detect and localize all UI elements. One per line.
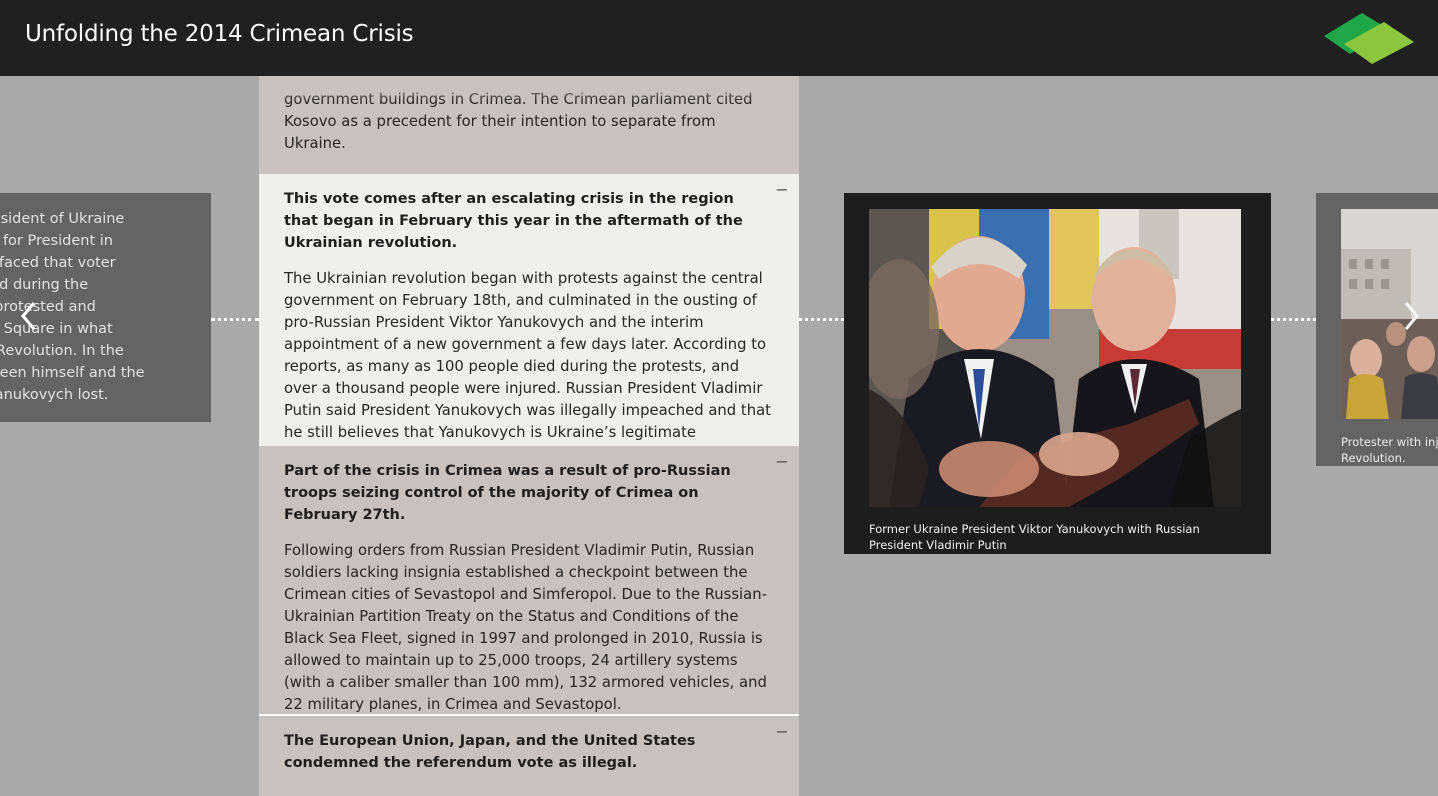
timeline-connector <box>1271 318 1316 321</box>
timeline-connector <box>799 318 844 321</box>
photo-caption: Former Ukraine President Viktor Yanukovy… <box>869 522 1200 552</box>
section-body: Following orders from Russian President … <box>284 542 767 713</box>
narrative-section-active[interactable]: − This vote comes after an escalating cr… <box>259 174 799 463</box>
column-fade <box>259 76 799 102</box>
media-card[interactable]: Former Ukraine President Viktor Yanukovy… <box>844 193 1271 554</box>
previous-arrow[interactable] <box>14 296 44 336</box>
minus-icon[interactable]: − <box>775 724 789 740</box>
photo-image <box>869 209 1241 507</box>
section-body: The Ukrainian revolution began with prot… <box>284 270 771 463</box>
photo-yanukovych-putin[interactable] <box>869 209 1241 507</box>
app-title: Unfolding the 2014 Crimean Crisis <box>25 21 414 47</box>
chevron-left-icon <box>21 302 36 330</box>
logo-icon[interactable] <box>1320 12 1420 68</box>
timeline-connector <box>211 318 259 321</box>
section-title: This vote comes after an escalating cris… <box>284 191 743 251</box>
narrative-section[interactable]: − The European Union, Japan, and the Uni… <box>259 716 799 796</box>
section-title: The European Union, Japan, and the Unite… <box>284 733 696 771</box>
section-title: Part of the crisis in Crimea was a resul… <box>284 463 731 523</box>
chevron-right-icon <box>1404 302 1419 330</box>
narrative-section[interactable]: − Part of the crisis in Crimea was a res… <box>259 446 799 714</box>
next-arrow[interactable] <box>1396 296 1426 336</box>
narrative-column[interactable]: government buildings in Crimea. The Crim… <box>259 76 799 796</box>
top-bar: Unfolding the 2014 Crimean Crisis <box>0 0 1438 76</box>
minus-icon[interactable]: − <box>775 182 789 198</box>
photo-caption: Protester with inju Revolution. <box>1341 435 1438 465</box>
minus-icon[interactable]: − <box>775 454 789 470</box>
